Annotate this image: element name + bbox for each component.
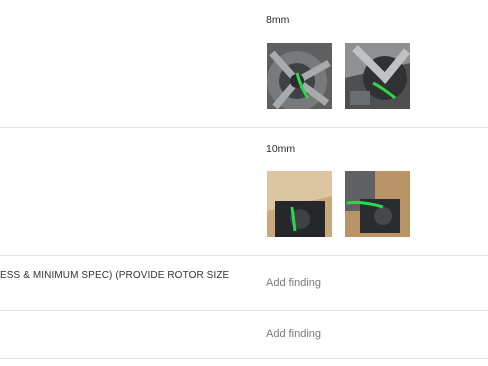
inspection-photo-thumbnail[interactable] xyxy=(267,171,332,237)
row-divider xyxy=(0,255,488,256)
inspection-photo-thumbnail[interactable] xyxy=(345,171,410,237)
measurement-value: 10mm xyxy=(266,143,296,155)
inspection-photo-thumbnail[interactable] xyxy=(345,43,410,109)
inspection-item-label: ESS & MINIMUM SPEC) (PROVIDE ROTOR SIZE xyxy=(0,270,230,281)
measurement-value: 8mm xyxy=(266,14,290,26)
add-finding-field[interactable]: Add finding xyxy=(266,277,321,289)
add-finding-field[interactable]: Add finding xyxy=(266,328,321,340)
row-divider xyxy=(0,310,488,311)
row-divider xyxy=(0,358,488,359)
row-divider xyxy=(0,127,488,128)
inspection-photo-thumbnail[interactable] xyxy=(267,43,332,109)
